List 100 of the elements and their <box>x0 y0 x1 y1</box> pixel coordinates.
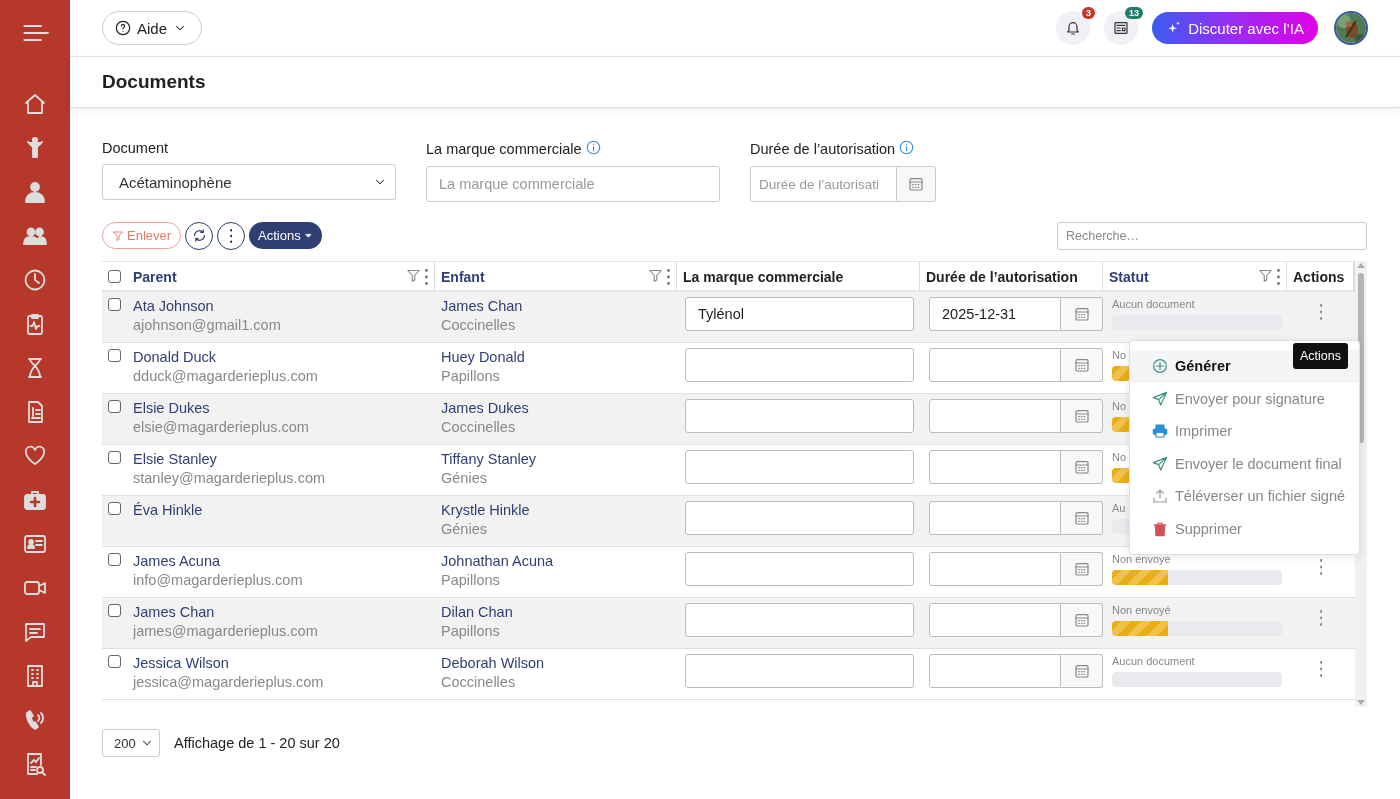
brand-field[interactable]: La marque commerciale <box>426 166 720 202</box>
parent-email: jessica@magarderieplus.com <box>133 674 324 690</box>
parent-name[interactable]: James Acuna <box>133 553 221 569</box>
user-avatar[interactable] <box>1334 11 1368 45</box>
help-button[interactable]: Aide <box>102 11 203 45</box>
status-text: Au <box>1112 502 1126 514</box>
ai-chat-button[interactable]: Discuter avec l’IA <box>1152 12 1318 44</box>
column-header[interactable]: Enfant <box>441 269 645 285</box>
child-name[interactable]: James Dukes <box>441 400 529 416</box>
child-name[interactable]: Tiffany Stanley <box>441 451 537 467</box>
column-header[interactable]: La marque commerciale <box>683 269 913 285</box>
menu-item[interactable]: Imprimer <box>1130 415 1359 448</box>
row-checkbox[interactable] <box>108 400 121 413</box>
menu-item[interactable]: Envoyer pour signature <box>1130 382 1359 415</box>
child-group: Coccinelles <box>441 674 516 690</box>
tooltip: Actions <box>1293 343 1348 369</box>
row-checkbox[interactable] <box>108 451 121 464</box>
parent-email: dduck@magarderieplus.com <box>133 368 318 384</box>
brand-input[interactable] <box>685 501 914 535</box>
actions-button[interactable]: Actions <box>249 222 322 249</box>
more-button[interactable] <box>217 221 246 250</box>
brand-input[interactable] <box>685 348 914 382</box>
refresh-icon <box>191 228 207 243</box>
search-field[interactable]: Recherche… <box>1057 221 1367 250</box>
column-header[interactable]: Actions <box>1293 269 1347 285</box>
parent-name[interactable]: Ata Johnson <box>133 298 214 314</box>
select-all-checkbox[interactable] <box>108 270 121 283</box>
brand-input[interactable] <box>685 603 914 637</box>
date-input[interactable] <box>929 654 1061 688</box>
page-title: Documents <box>102 71 206 93</box>
date-input[interactable]: 2025-12-31 <box>929 297 1061 331</box>
parent-name[interactable]: Jessica Wilson <box>133 655 229 671</box>
parent-name[interactable]: Elsie Dukes <box>133 400 210 416</box>
parent-email: info@magarderieplus.com <box>133 572 303 588</box>
date-input[interactable] <box>929 603 1061 637</box>
info-icon <box>585 140 601 155</box>
date-input[interactable] <box>929 399 1061 433</box>
status-text: No <box>1112 451 1127 463</box>
date-input[interactable] <box>929 348 1061 382</box>
filter-icon <box>1258 268 1274 283</box>
more-icon <box>425 269 428 285</box>
child-name[interactable]: Dilan Chan <box>441 604 513 620</box>
status-text: Non envoyé <box>1112 604 1171 616</box>
parent-name[interactable]: Éva Hinkle <box>133 502 203 518</box>
menu-item[interactable]: Envoyer le document final <box>1130 447 1359 480</box>
menu-item[interactable]: Téléverser un fichier signé <box>1130 480 1359 513</box>
duration-field[interactable]: Durée de l’autorisati <box>750 166 897 202</box>
plus-icon <box>1152 358 1168 375</box>
parent-email: james@magarderieplus.com <box>133 623 318 639</box>
child-group: Coccinelles <box>441 317 516 333</box>
brand-input[interactable]: Tylénol <box>685 297 914 331</box>
column-header[interactable]: Parent <box>133 269 403 285</box>
newspaper-icon <box>1113 20 1130 36</box>
calendar-icon <box>1073 408 1090 424</box>
row-checkbox[interactable] <box>108 604 121 617</box>
more-icon <box>1319 610 1323 626</box>
parent-name[interactable]: Donald Duck <box>133 349 216 365</box>
field-label: Document <box>102 140 169 156</box>
child-group: Papillons <box>441 572 500 588</box>
status-text: Aucun document <box>1112 298 1195 310</box>
row-checkbox[interactable] <box>108 502 121 515</box>
info-icon <box>899 140 915 155</box>
row-checkbox[interactable] <box>108 553 121 566</box>
more-icon <box>1319 559 1323 575</box>
status-text: Aucun document <box>1112 655 1195 667</box>
date-input[interactable] <box>929 450 1061 484</box>
brand-input[interactable] <box>685 552 914 586</box>
column-header[interactable]: Statut <box>1109 269 1255 285</box>
home-icon <box>23 91 47 116</box>
child-name[interactable]: Krystle Hinkle <box>441 502 530 518</box>
parent-name[interactable]: James Chan <box>133 604 215 620</box>
date-input[interactable] <box>929 552 1061 586</box>
more-icon <box>229 228 233 243</box>
refresh-button[interactable] <box>185 221 214 250</box>
parent-name[interactable]: Elsie Stanley <box>133 451 217 467</box>
child-name[interactable]: Deborah Wilson <box>441 655 545 671</box>
brand-input[interactable] <box>685 450 914 484</box>
more-icon <box>667 269 670 285</box>
child-name[interactable]: Huey Donald <box>441 349 525 365</box>
child-name[interactable]: James Chan <box>441 298 523 314</box>
row-checkbox[interactable] <box>108 349 121 362</box>
column-header[interactable]: Durée de l’autorisation <box>926 269 1096 285</box>
menu-item[interactable]: Supprimer <box>1130 512 1359 545</box>
row-checkbox[interactable] <box>108 298 121 311</box>
column-menu-button[interactable] <box>1277 269 1280 285</box>
child-group: Papillons <box>441 368 500 384</box>
row-checkbox[interactable] <box>108 655 121 668</box>
document-select[interactable]: Acétaminophène <box>102 164 396 200</box>
page-size-select[interactable]: 200 <box>102 729 160 757</box>
calendar-icon <box>1073 663 1090 679</box>
column-menu-button[interactable] <box>425 269 428 285</box>
parent-email: ajohnson@gmail1.com <box>133 317 281 333</box>
brand-input[interactable] <box>685 654 914 688</box>
brand-input[interactable] <box>685 399 914 433</box>
column-menu-button[interactable] <box>667 269 670 285</box>
field-label: La marque commerciale <box>426 141 582 157</box>
phone-icon <box>23 707 47 732</box>
date-input[interactable] <box>929 501 1061 535</box>
child-name[interactable]: Johnathan Acuna <box>441 553 554 569</box>
field-label: Durée de l’autorisation <box>750 141 896 157</box>
